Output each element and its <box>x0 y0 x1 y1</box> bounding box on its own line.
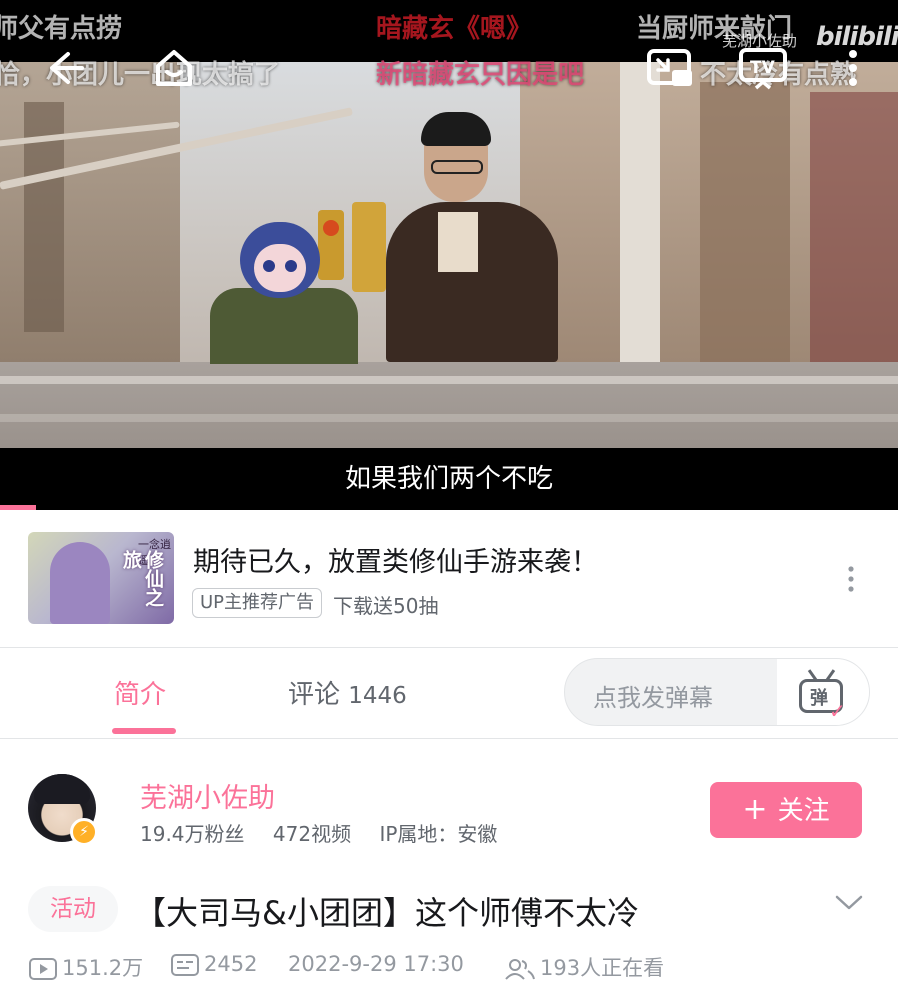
uploader-followers: 19.4万粉丝 <box>140 822 245 846</box>
tab-comments-label: 评论 <box>288 680 341 710</box>
person-girl-eye <box>263 260 275 272</box>
watching-count: 193人正在看 <box>504 952 664 982</box>
building-column <box>700 82 790 362</box>
street-line <box>0 414 898 422</box>
tab-comments[interactable]: 评论 1446 <box>288 674 407 711</box>
publish-time: 2022-9-29 17:30 <box>288 952 464 976</box>
building-sign <box>620 62 660 362</box>
activity-tag[interactable]: 活动 <box>28 886 118 932</box>
person-man-hair <box>421 112 491 146</box>
watching-people-icon <box>505 959 535 980</box>
plus-icon: + <box>742 792 768 827</box>
danmaku-count: 2452 <box>170 952 257 977</box>
back-icon[interactable] <box>42 46 86 90</box>
video-subtitle: 如果我们两个不吃 <box>344 464 553 494</box>
traffic-light-red <box>323 220 339 236</box>
tab-intro[interactable]: 简介 <box>114 674 166 711</box>
view-count: 151.2万 <box>28 952 143 982</box>
lightning-badge-icon: ⚡ <box>70 818 98 846</box>
view-count-value: 151.2万 <box>62 956 144 980</box>
tab-bar: 简介 评论 1446 点我发弹幕 弹 ✓ <box>0 648 898 738</box>
traffic-light-2 <box>352 202 386 292</box>
person-girl-body <box>210 288 358 364</box>
danmaku-count-value: 2452 <box>204 952 258 976</box>
danmaku-toggle-glyph: 弹 <box>810 688 828 709</box>
building-banner <box>810 92 898 362</box>
follow-button[interactable]: + 关注 <box>710 782 862 838</box>
check-icon: ✓ <box>829 699 846 723</box>
uploader-watermark: 芜湖小佐助 <box>722 32 798 50</box>
ad-thumbnail-title: 修仙之旅 <box>120 550 164 607</box>
danmaku-count-icon <box>171 954 199 976</box>
tab-active-indicator <box>112 728 176 734</box>
follow-button-label: 关注 <box>777 796 830 826</box>
uploader-name[interactable]: 芜湖小佐助 <box>140 776 275 815</box>
ad-banner[interactable]: 一念逍遥 修仙之旅 期待已久，放置类修仙手游来袭！ UP主推荐广告 下载送50抽 <box>0 510 898 648</box>
danmaku-comment: 新暗藏玄只因是吧 <box>376 60 585 90</box>
person-girl-eye <box>285 260 297 272</box>
more-vertical-icon[interactable] <box>838 46 868 90</box>
danmaku-settings-button[interactable]: 弹 ✓ <box>777 659 869 725</box>
ad-thumbnail-figure <box>50 542 110 624</box>
pip-icon[interactable] <box>646 46 692 90</box>
ad-badge: UP主推荐广告 <box>192 588 323 618</box>
person-girl-face <box>254 244 306 292</box>
street <box>0 362 898 448</box>
video-frame <box>0 62 898 448</box>
bilibili-logo: bilibili <box>816 22 898 52</box>
danmaku-input[interactable]: 点我发弹幕 <box>593 678 713 713</box>
divider <box>0 738 898 739</box>
danmaku-comment: 师父有点捞 <box>0 14 123 44</box>
watching-count-value: 193人正在看 <box>540 956 665 980</box>
person-man-shirt <box>438 212 478 272</box>
uploader-videos: 472视频 <box>272 822 352 846</box>
uploader-ip-location: IP属地：安徽 <box>379 822 498 846</box>
danmaku-comment: 暗藏玄《嗯》 <box>376 14 533 44</box>
ad-title[interactable]: 期待已久，放置类修仙手游来袭！ <box>193 540 598 579</box>
avatar-hair <box>34 774 90 804</box>
video-player[interactable]: 师父有点捞 暗藏玄《嗯》 当厨师来敲门 恰，小团儿一出现太搞了 新暗藏玄只因是吧… <box>0 0 898 510</box>
home-icon[interactable] <box>152 46 196 90</box>
ad-thumbnail[interactable]: 一念逍遥 修仙之旅 <box>28 532 174 624</box>
chevron-down-icon[interactable] <box>834 888 864 918</box>
cast-tv-icon[interactable]: TV <box>738 46 788 90</box>
ad-subtitle: 下载送50抽 <box>333 594 439 618</box>
tab-comments-count: 1446 <box>348 683 407 709</box>
danmaku-input-box[interactable]: 点我发弹幕 弹 ✓ <box>564 658 870 726</box>
person-man-glasses <box>431 160 483 174</box>
svg-text:TV: TV <box>750 58 776 78</box>
uploader-stats: 19.4万粉丝 472视频 IP属地：安徽 <box>140 818 519 847</box>
ad-more-icon[interactable] <box>836 564 866 594</box>
street-line <box>0 376 898 384</box>
play-count-icon <box>29 958 57 980</box>
video-title[interactable]: 【大司马&小团团】这个师傅不太冷 <box>134 888 639 934</box>
